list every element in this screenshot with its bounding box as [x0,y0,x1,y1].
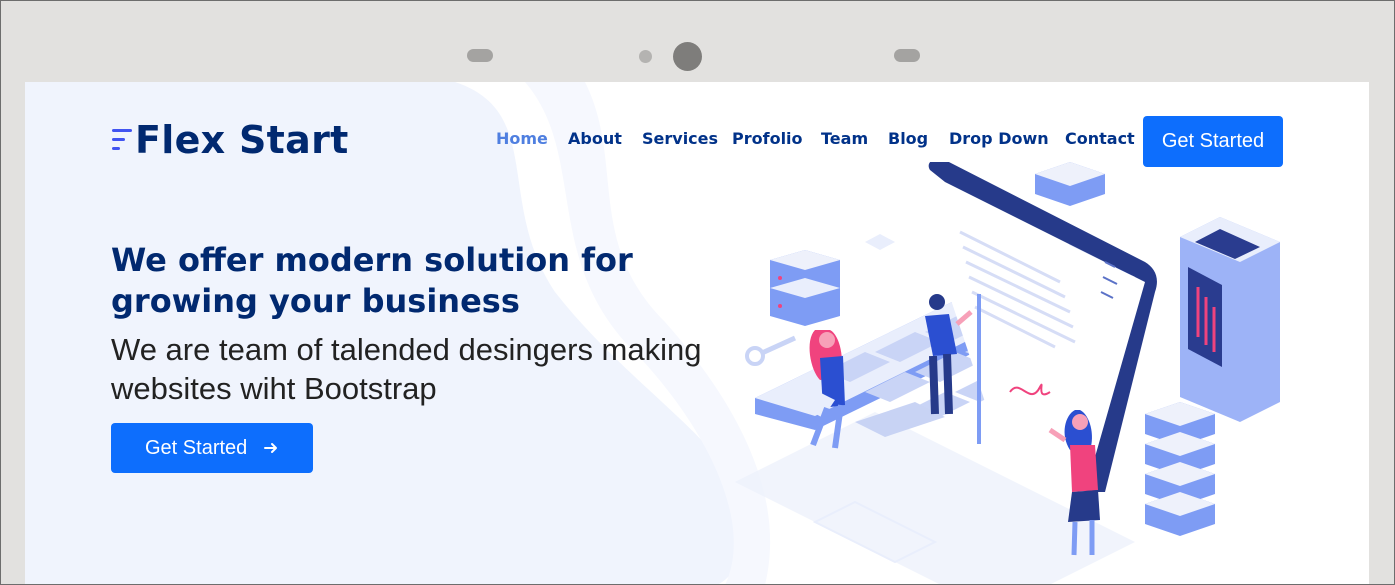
hero-illustration [735,162,1280,585]
hero-subtitle: We are team of talended desingers making… [111,332,702,406]
hero-title: We offer modern solution for growing you… [111,241,633,320]
sensor-pill-right [894,49,920,62]
brand-logo[interactable]: Flex Start [111,120,349,160]
nav-link-contact[interactable]: Contact [1065,126,1135,152]
hero-cta-label: Get Started [145,437,248,459]
nav-link-about[interactable]: About [568,126,622,152]
brand-name: Flex Start [135,118,349,162]
get-started-nav-button[interactable]: Get Started [1143,116,1283,167]
sensor-dot [639,50,652,63]
nav-link-team[interactable]: Team [821,126,868,152]
nav-link-services[interactable]: Services [642,126,718,152]
nav-link-home[interactable]: Home [496,126,548,152]
get-started-hero-button[interactable]: Get Started [111,423,313,473]
browser-screen: Flex Start Home About Services Profolio … [25,82,1369,585]
arrow-right-icon [264,443,277,453]
nav-link-profolio[interactable]: Profolio [732,126,803,152]
device-bezel [1,1,1394,81]
nav-link-dropdown[interactable]: Drop Down [949,126,1049,152]
camera-lens [673,42,702,71]
logo-lines-icon [112,129,132,150]
sensor-pill-left [467,49,493,62]
nav-link-blog[interactable]: Blog [888,126,928,152]
